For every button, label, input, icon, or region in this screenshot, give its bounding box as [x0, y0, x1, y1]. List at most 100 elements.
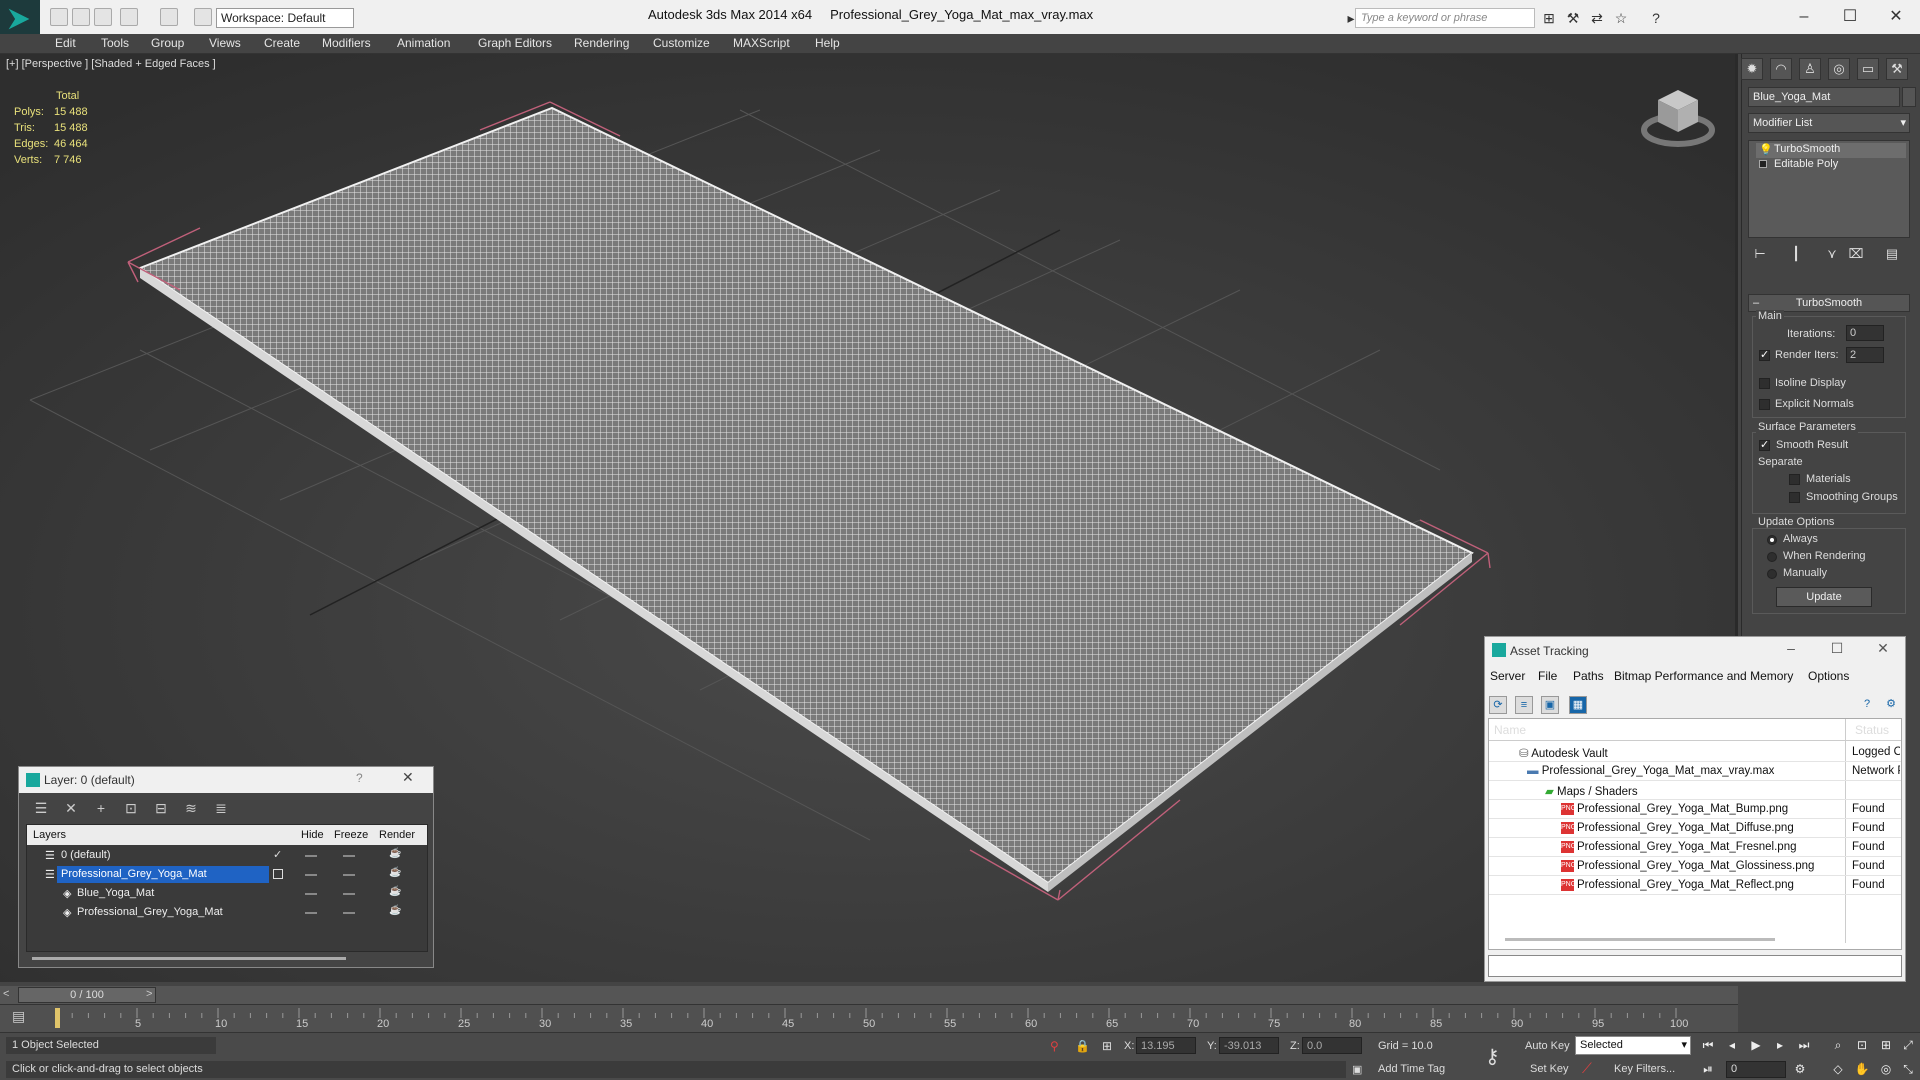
object-name-field[interactable]: Blue_Yoga_Mat: [1748, 87, 1900, 107]
go-to-end-icon[interactable]: ⏭: [1796, 1037, 1812, 1053]
play-icon[interactable]: ▶: [1748, 1037, 1764, 1053]
column-hide[interactable]: Hide: [301, 829, 324, 841]
layer-horizontal-scrollbar[interactable]: [32, 957, 346, 960]
asset-row[interactable]: PNGProfessional_Grey_Yoga_Mat_Glossiness…: [1489, 857, 1901, 876]
motion-tab-icon[interactable]: ◎: [1828, 58, 1850, 80]
asset-menu-bitmap-performance[interactable]: Bitmap Performance and Memory: [1614, 669, 1793, 683]
current-frame-field[interactable]: 0: [1726, 1061, 1786, 1078]
select-objects-icon[interactable]: ⊡: [122, 800, 140, 818]
time-tag-icon[interactable]: ▣: [1352, 1063, 1362, 1076]
time-slider[interactable]: [0, 986, 1738, 1004]
asset-settings-icon[interactable]: ⚙: [1882, 696, 1900, 714]
orbit-icon[interactable]: ◎: [1878, 1061, 1894, 1077]
always-radio[interactable]: [1767, 535, 1777, 545]
menu-edit[interactable]: Edit: [55, 36, 76, 50]
stack-item-turbosmooth[interactable]: 💡 TurboSmooth: [1756, 143, 1906, 158]
column-render[interactable]: Render: [379, 829, 415, 841]
when-rendering-radio[interactable]: [1767, 552, 1777, 562]
asset-menu-server[interactable]: Server: [1490, 669, 1525, 683]
menu-group[interactable]: Group: [151, 36, 184, 50]
favorites-star-icon[interactable]: ☆: [1613, 10, 1629, 26]
asset-row[interactable]: ▰ Maps / Shaders: [1489, 781, 1901, 800]
menu-maxscript[interactable]: MAXScript: [733, 36, 790, 50]
key-selection-dropdown[interactable]: Selected ▾: [1575, 1036, 1691, 1055]
manually-radio[interactable]: [1767, 569, 1777, 579]
asset-row[interactable]: PNGProfessional_Grey_Yoga_Mat_Reflect.pn…: [1489, 876, 1901, 895]
menu-modifiers[interactable]: Modifiers: [322, 36, 371, 50]
delete-layer-icon[interactable]: ✕: [62, 800, 80, 818]
absolute-mode-icon[interactable]: ⊞: [1102, 1039, 1112, 1053]
maximize-viewport-icon[interactable]: ⤢: [1900, 1037, 1916, 1053]
time-slider-thumb[interactable]: 0 / 100: [18, 987, 156, 1003]
render-teapot-icon[interactable]: ☕: [389, 867, 401, 878]
maximize-button[interactable]: ☐: [1830, 6, 1870, 28]
utilities-tab-icon[interactable]: ⚒: [1886, 58, 1908, 80]
next-frame-arrow-icon[interactable]: >: [146, 988, 152, 1000]
layer-help-icon[interactable]: ?: [356, 771, 363, 785]
menu-tools[interactable]: Tools: [101, 36, 129, 50]
next-frame-icon[interactable]: ▸: [1772, 1037, 1788, 1053]
viewport-label[interactable]: [+] [Perspective ] [Shaded + Edged Faces…: [6, 58, 216, 70]
table-view-icon[interactable]: ▦: [1569, 696, 1587, 714]
menu-create[interactable]: Create: [264, 36, 300, 50]
layer-row[interactable]: ◈ Professional_Grey_Yoga_Mat ☕: [27, 903, 427, 922]
freeze-all-icon[interactable]: ≣: [212, 800, 230, 818]
new-file-icon[interactable]: [50, 8, 68, 26]
prev-frame-arrow-icon[interactable]: <: [3, 988, 9, 1000]
layer-row[interactable]: ☰ Professional_Grey_Yoga_Mat ☕: [27, 865, 427, 884]
redo-icon[interactable]: [160, 8, 178, 26]
binoculars-icon[interactable]: ⊞: [1541, 10, 1557, 26]
maximize-toggle-icon[interactable]: ⤡: [1900, 1061, 1916, 1077]
create-layer-icon[interactable]: ☰: [32, 800, 50, 818]
highlight-layer-icon[interactable]: ⊟: [152, 800, 170, 818]
project-folder-icon[interactable]: [194, 8, 212, 26]
key-mode-toggle-icon[interactable]: ⏯: [1700, 1061, 1716, 1077]
z-coordinate-field[interactable]: 0.0: [1302, 1037, 1362, 1054]
subscription-icon[interactable]: ⚒: [1565, 10, 1581, 26]
refresh-icon[interactable]: ⟳: [1489, 696, 1507, 714]
workspace-dropdown[interactable]: Workspace: Default: [216, 8, 354, 28]
render-teapot-icon[interactable]: ☕: [389, 886, 401, 897]
thumbnail-view-icon[interactable]: ▣: [1541, 696, 1559, 714]
current-layer-check-icon[interactable]: ✓: [273, 848, 282, 861]
column-freeze[interactable]: Freeze: [334, 829, 368, 841]
key-mode-icon[interactable]: ⟋: [1582, 1060, 1592, 1077]
asset-path-field[interactable]: [1488, 955, 1902, 977]
search-input[interactable]: Type a keyword or phrase: [1355, 8, 1535, 28]
create-tab-icon[interactable]: ✹: [1741, 58, 1763, 80]
zoom-extents-all-icon[interactable]: ⊞: [1878, 1037, 1894, 1053]
list-view-icon[interactable]: ≡: [1515, 696, 1533, 714]
render-iters-checkbox[interactable]: [1759, 348, 1770, 361]
render-teapot-icon[interactable]: ☕: [389, 848, 401, 859]
display-tab-icon[interactable]: ▭: [1857, 58, 1879, 80]
go-to-start-icon[interactable]: ⏮: [1700, 1037, 1716, 1053]
smooth-result-checkbox[interactable]: [1759, 438, 1770, 451]
x-coordinate-field[interactable]: 13.195: [1136, 1037, 1196, 1054]
zoom-extents-icon[interactable]: ⊡: [1854, 1037, 1870, 1053]
close-button[interactable]: ✕: [1876, 6, 1916, 28]
asset-row[interactable]: PNGProfessional_Grey_Yoga_Mat_Bump.png F…: [1489, 800, 1901, 819]
hierarchy-tab-icon[interactable]: ♙: [1799, 58, 1821, 80]
minimize-button[interactable]: –: [1784, 6, 1824, 28]
menu-animation[interactable]: Animation: [397, 36, 450, 50]
menu-rendering[interactable]: Rendering: [574, 36, 629, 50]
update-button[interactable]: Update: [1776, 587, 1872, 607]
pan-view-icon[interactable]: ✋: [1854, 1061, 1870, 1077]
render-teapot-icon[interactable]: ☕: [389, 905, 401, 916]
menu-graph-editors[interactable]: Graph Editors: [478, 36, 552, 50]
materials-checkbox[interactable]: [1789, 474, 1800, 485]
pin-stack-icon[interactable]: ⊢: [1750, 246, 1770, 264]
help-query-icon[interactable]: ?: [1858, 696, 1876, 714]
configure-sets-icon[interactable]: ▤: [1882, 246, 1902, 264]
object-color-swatch[interactable]: [1902, 87, 1916, 107]
add-time-tag[interactable]: Add Time Tag: [1378, 1063, 1445, 1075]
selection-lock-icon[interactable]: 🔒: [1075, 1039, 1090, 1053]
isolate-pin-icon[interactable]: ⚲: [1050, 1039, 1059, 1053]
show-end-result-icon[interactable]: ┃: [1786, 246, 1806, 264]
stack-item-editable-poly[interactable]: Editable Poly: [1756, 158, 1906, 173]
asset-menu-paths[interactable]: Paths: [1573, 669, 1604, 683]
asset-row[interactable]: PNGProfessional_Grey_Yoga_Mat_Fresnel.pn…: [1489, 838, 1901, 857]
asset-menu-file[interactable]: File: [1538, 669, 1557, 683]
modifier-list-dropdown[interactable]: Modifier List ▾: [1748, 113, 1910, 133]
layer-row[interactable]: ☰ 0 (default) ✓ ☕: [27, 846, 427, 865]
